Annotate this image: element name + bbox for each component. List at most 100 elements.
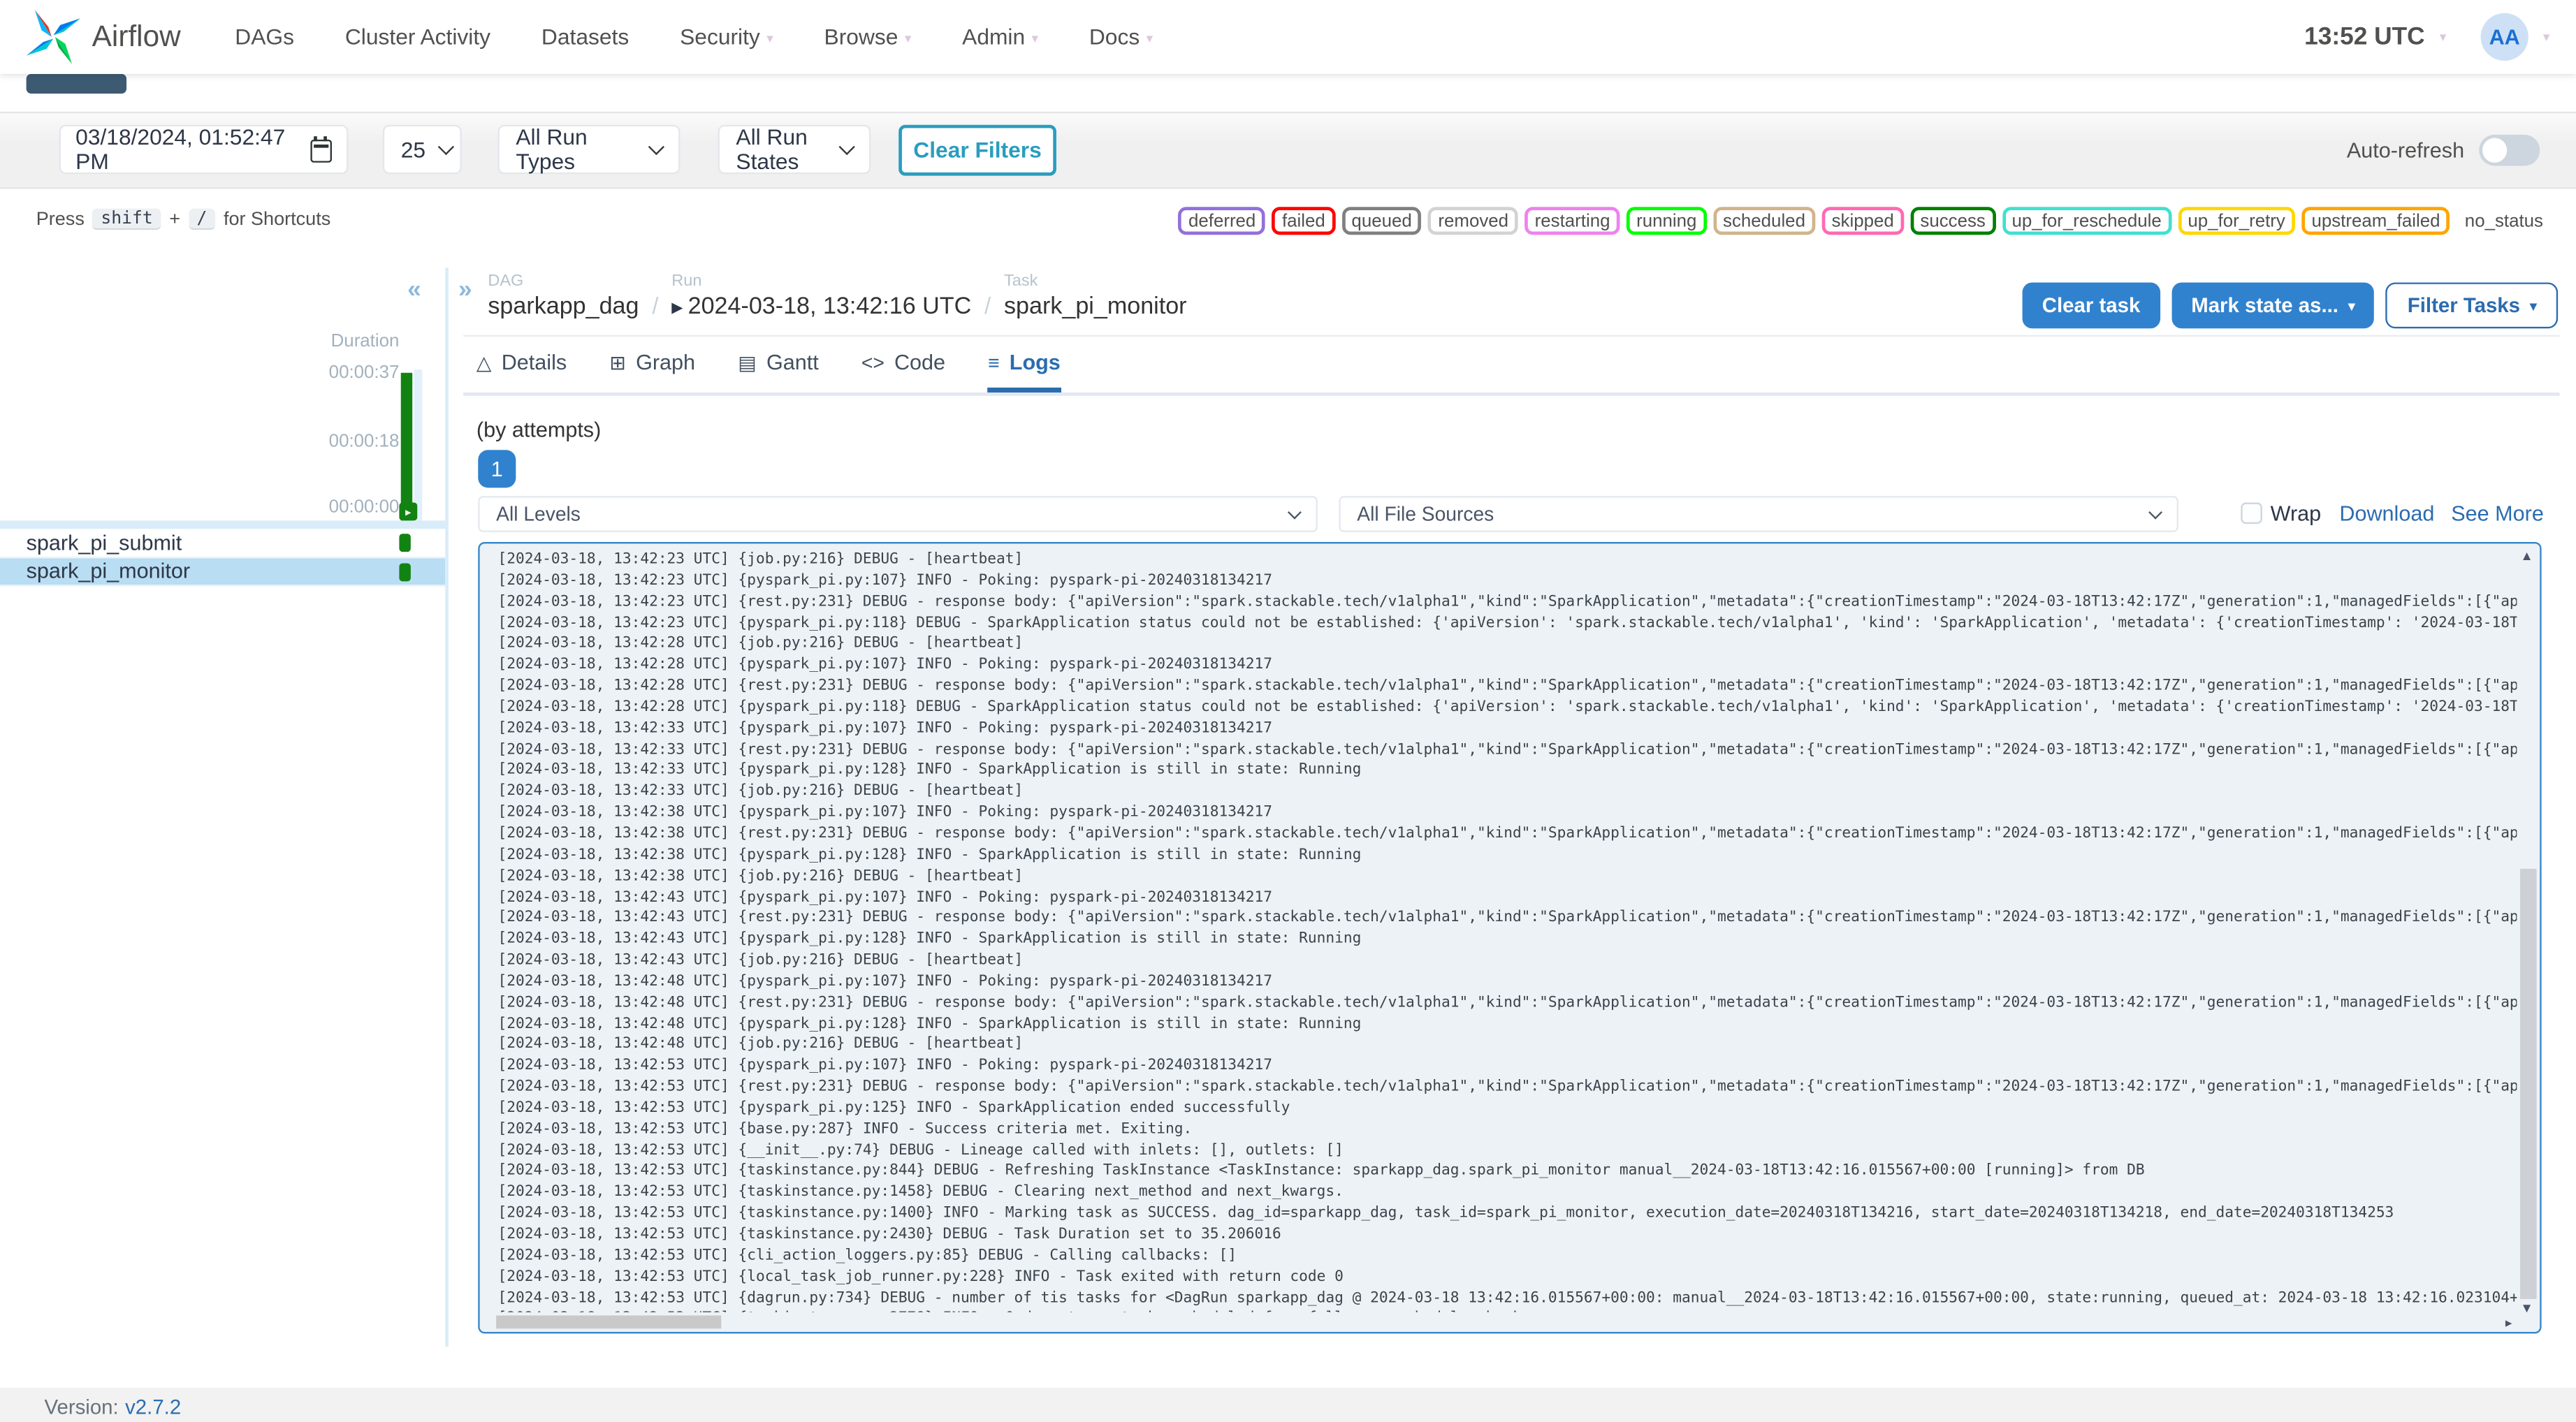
page-size-value: 25 xyxy=(400,137,426,162)
page-size-select[interactable]: 25 xyxy=(382,124,462,175)
run-filter-bar: 03/18/2024, 01:52:47 PM 25 All Run Types… xyxy=(0,111,2576,189)
state-badge[interactable]: queued xyxy=(1341,207,1422,235)
mark-state-button[interactable]: Mark state as... ▾ xyxy=(2171,282,2375,329)
version-link[interactable]: v2.7.2 xyxy=(125,1396,181,1419)
log-line: [2024-03-18, 13:42:38 UTC] {pyspark_pi.p… xyxy=(497,805,1272,821)
log-line: [2024-03-18, 13:42:48 UTC] {pyspark_pi.p… xyxy=(497,974,1272,990)
task-row[interactable]: spark_pi_monitor xyxy=(0,557,446,587)
state-badge[interactable]: failed xyxy=(1272,207,1335,235)
navbar-right: 13:52 UTC ▾ AA ▾ xyxy=(2304,13,2549,61)
tab[interactable]: ⊞ Graph xyxy=(609,350,695,393)
state-badge[interactable]: restarting xyxy=(1525,207,1620,235)
run-states-value: All Run States xyxy=(736,124,808,175)
nav-menu-item[interactable]: Cluster Activity▾ xyxy=(345,24,490,49)
scrollbar-right-icon[interactable]: ▸ xyxy=(2505,1315,2512,1330)
log-line: [2024-03-18, 13:42:53 UTC] {taskinstance… xyxy=(497,1226,1281,1244)
state-badge[interactable]: removed xyxy=(1428,207,1519,235)
log-line: [2024-03-18, 13:42:48 UTC] {pyspark_pi.p… xyxy=(497,1016,1362,1033)
auto-refresh-toggle[interactable] xyxy=(2479,134,2540,166)
breadcrumb-separator: / xyxy=(652,292,659,319)
tab[interactable]: ▤ Gantt xyxy=(738,350,819,393)
horizontal-scrollbar-thumb[interactable] xyxy=(496,1315,722,1329)
duration-bar[interactable] xyxy=(400,372,413,521)
attempt-1-button[interactable]: 1 xyxy=(478,450,516,488)
grid-header-band xyxy=(0,520,446,529)
breadcrumb-task[interactable]: Task spark_pi_monitor xyxy=(1004,272,1187,320)
log-line: [2024-03-18, 13:42:38 UTC] {job.py:216} … xyxy=(497,868,1024,885)
nav-menu-item[interactable]: Docs ▾ xyxy=(1089,24,1153,49)
tab-icon: ▤ xyxy=(738,351,757,374)
nav-menu-item[interactable]: Admin ▾ xyxy=(962,24,1038,49)
log-line: [2024-03-18, 13:42:48 UTC] {job.py:216} … xyxy=(497,1036,1024,1054)
tab-icon: ⊞ xyxy=(609,351,626,374)
nav-menu-item[interactable]: DAGs▾ xyxy=(235,24,294,49)
shortcuts-hint: Press shift + / for Shortcuts xyxy=(36,208,330,230)
dag-run-square[interactable]: ▸ xyxy=(399,502,418,521)
airflow-logo-icon[interactable] xyxy=(26,10,81,64)
expand-panel-icon[interactable]: » xyxy=(458,276,472,304)
avatar[interactable]: AA xyxy=(2480,13,2528,61)
tab[interactable]: ≡ Logs xyxy=(988,350,1061,393)
run-id[interactable]: 2024-03-18, 13:42:16 UTC xyxy=(688,294,972,321)
shift-key: shift xyxy=(92,208,161,230)
task-status-square[interactable] xyxy=(399,562,411,581)
task-id[interactable]: spark_pi_monitor xyxy=(1004,294,1187,321)
run-types-select[interactable]: All Run Types xyxy=(497,124,681,175)
base-date-input[interactable]: 03/18/2024, 01:52:47 PM xyxy=(59,124,349,175)
chevron-down-icon xyxy=(1287,505,1302,520)
state-badge[interactable]: up_for_retry xyxy=(2178,207,2295,235)
nav-menu-item[interactable]: Browse ▾ xyxy=(824,24,912,49)
task-row[interactable]: spark_pi_submit xyxy=(0,529,446,558)
task-actions: Clear task Mark state as... ▾ Filter Task… xyxy=(2022,282,2559,329)
tab[interactable]: △ Details xyxy=(476,350,567,393)
tab-label: Logs xyxy=(1009,349,1061,375)
clear-filters-button[interactable]: Clear Filters xyxy=(898,124,1056,176)
tab-label: Graph xyxy=(636,349,696,375)
chevron-down-icon xyxy=(437,138,455,156)
log-line: [2024-03-18, 13:42:23 UTC] {pyspark_pi.p… xyxy=(497,573,1272,589)
log-level-select[interactable]: All Levels xyxy=(478,496,1318,532)
run-states-select[interactable]: All Run States xyxy=(718,124,871,175)
duration-tick: 00:00:18 xyxy=(328,432,400,452)
state-badge[interactable]: upstream_failed xyxy=(2301,207,2450,235)
breadcrumb-run[interactable]: Run ▶ 2024-03-18, 13:42:16 UTC xyxy=(671,272,971,320)
log-line: [2024-03-18, 13:42:23 UTC] {job.py:216} … xyxy=(497,552,1024,569)
log-line: [2024-03-18, 13:42:38 UTC] {rest.py:231}… xyxy=(497,826,2517,843)
task-status-square[interactable] xyxy=(399,534,411,552)
vertical-scrollbar-thumb[interactable] xyxy=(2520,868,2537,1299)
chevron-down-icon: ▾ xyxy=(2542,29,2550,45)
log-line: [2024-03-18, 13:42:53 UTC] {__init__.py:… xyxy=(497,1142,1344,1159)
nav-menu-item[interactable]: Security ▾ xyxy=(680,24,773,49)
tab[interactable]: <> Code xyxy=(861,350,945,393)
file-source-select[interactable]: All File Sources xyxy=(1339,496,2178,532)
tab-icon: ≡ xyxy=(988,351,1000,374)
state-badge[interactable]: deferred xyxy=(1178,207,1266,235)
state-badge[interactable]: skipped xyxy=(1821,207,1904,235)
panel-divider[interactable] xyxy=(445,267,449,1347)
wrap-label[interactable]: Wrap xyxy=(2271,501,2321,525)
scrollbar-down-icon[interactable]: ▼ xyxy=(2520,1300,2533,1315)
chevron-down-icon xyxy=(838,138,855,156)
run-types-value: All Run Types xyxy=(516,124,588,175)
nav-menu-item[interactable]: Datasets▾ xyxy=(541,24,629,49)
clear-task-button[interactable]: Clear task xyxy=(2022,282,2160,329)
wrap-checkbox[interactable] xyxy=(2241,502,2262,525)
state-badge[interactable]: scheduled xyxy=(1712,207,1816,235)
scrollbar-up-icon[interactable]: ▲ xyxy=(2520,548,2533,563)
footer: Version: v2.7.2 xyxy=(0,1387,2576,1422)
collapse-sidebar-icon[interactable]: « xyxy=(407,276,421,304)
state-badge[interactable]: running xyxy=(1626,207,1707,235)
tab-label: Details xyxy=(501,349,567,375)
state-badge[interactable]: success xyxy=(1910,207,1995,235)
dag-id[interactable]: sparkapp_dag xyxy=(488,294,639,321)
utc-clock[interactable]: 13:52 UTC xyxy=(2304,23,2424,51)
log-line: [2024-03-18, 13:42:53 UTC] {dagrun.py:73… xyxy=(497,1290,2517,1307)
filter-tasks-button[interactable]: Filter Tasks ▾ xyxy=(2386,282,2559,329)
breadcrumb-dag[interactable]: DAG sparkapp_dag xyxy=(488,272,639,320)
version-info: Version: v2.7.2 xyxy=(44,1396,181,1419)
log-line: [2024-03-18, 13:42:53 UTC] {local_task_j… xyxy=(497,1268,1344,1286)
calendar-icon[interactable] xyxy=(310,135,332,163)
state-badge[interactable]: up_for_reschedule xyxy=(2002,207,2171,235)
download-link[interactable]: Download xyxy=(2339,501,2434,525)
see-more-link[interactable]: See More xyxy=(2451,501,2544,525)
